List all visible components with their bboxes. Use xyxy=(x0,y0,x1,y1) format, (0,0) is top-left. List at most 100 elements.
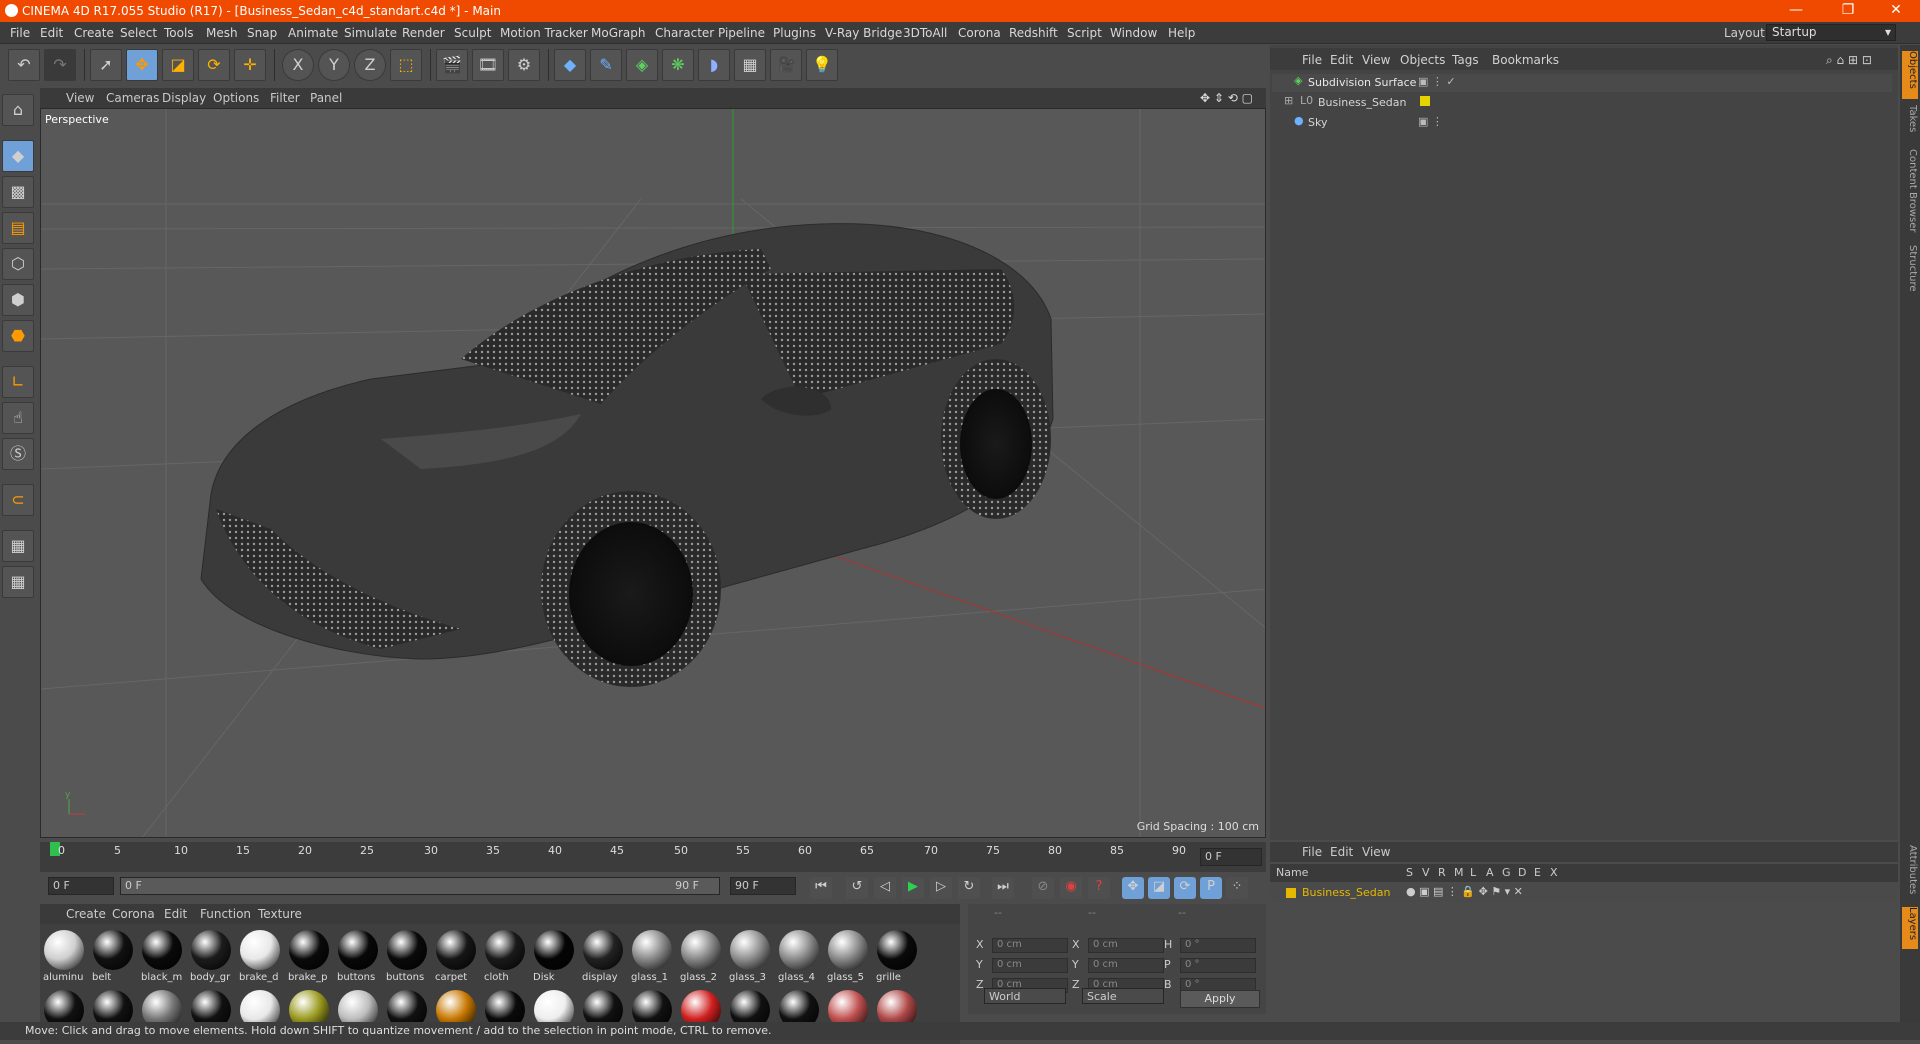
axis-mode-button[interactable]: ∟ xyxy=(2,366,34,398)
material-swatch[interactable]: brake_d xyxy=(238,928,282,984)
tab-takes[interactable]: Takes xyxy=(1902,105,1918,141)
texture-mode-button[interactable]: ▩ xyxy=(2,176,34,208)
objects-menu-tags[interactable]: Tags xyxy=(1452,53,1479,67)
subdivision-surface-button[interactable]: ◈ xyxy=(626,49,658,81)
select-tool-button[interactable]: ➚ xyxy=(90,49,122,81)
menu-edit[interactable]: Edit xyxy=(40,26,63,40)
x-axis-lock-button[interactable]: X xyxy=(282,49,314,81)
material-swatch[interactable]: buttons xyxy=(385,928,429,984)
close-button[interactable]: ✕ xyxy=(1876,2,1916,20)
scale-tool-button[interactable]: ◪ xyxy=(162,49,194,81)
menu-sculpt[interactable]: Sculpt xyxy=(454,26,491,40)
menu-window[interactable]: Window xyxy=(1110,26,1157,40)
rotate-tool-button[interactable]: ⟳ xyxy=(198,49,230,81)
light-button[interactable]: 💡 xyxy=(806,49,838,81)
layers-menu-edit[interactable]: Edit xyxy=(1330,845,1353,859)
objects-menu-view[interactable]: View xyxy=(1362,53,1390,67)
key-position-button[interactable]: ✥ xyxy=(1122,877,1144,899)
key-rotation-button[interactable]: ⟳ xyxy=(1174,877,1196,899)
play-button[interactable]: ▶ xyxy=(902,877,924,899)
menu-file[interactable]: File xyxy=(10,26,30,40)
material-swatch[interactable]: brake_p xyxy=(287,928,331,984)
key-parameter-button[interactable]: P xyxy=(1200,877,1222,899)
material-menu-function[interactable]: Function xyxy=(200,907,251,921)
layer-toggles[interactable]: ● ▣ ▤ ⋮ 🔒 ✥ ⚑ ▾ ✕ xyxy=(1406,885,1523,898)
menu-mograph[interactable]: MoGraph xyxy=(591,26,646,40)
autokey-button[interactable]: ◉ xyxy=(1060,877,1082,899)
coord-value-field[interactable]: 0 cm xyxy=(1088,958,1164,973)
menu-select[interactable]: Select xyxy=(120,26,157,40)
key-pla-button[interactable]: ⁘ xyxy=(1226,877,1248,899)
object-toggles[interactable]: ▣ ⋮ xyxy=(1418,115,1443,128)
go-to-start-button[interactable]: ⏮ xyxy=(810,877,832,899)
layout-select[interactable]: Startup ▾ xyxy=(1766,24,1896,41)
material-menu-create[interactable]: Create xyxy=(66,907,106,921)
z-axis-lock-button[interactable]: Z xyxy=(354,49,386,81)
next-key-button[interactable]: ↻ xyxy=(958,877,980,899)
material-swatch[interactable]: glass_2 xyxy=(679,928,723,984)
menu-help[interactable]: Help xyxy=(1168,26,1195,40)
material-menu-corona[interactable]: Corona xyxy=(112,907,155,921)
menu-animate[interactable]: Animate xyxy=(288,26,338,40)
viewport-menu-options[interactable]: Options xyxy=(213,91,259,105)
workplane-mode-button[interactable]: ▤ xyxy=(2,212,34,244)
objects-menu-objects[interactable]: Objects xyxy=(1400,53,1445,67)
undo-button[interactable]: ↶ xyxy=(8,49,40,81)
solo-mode-button[interactable]: Ⓢ xyxy=(2,438,34,470)
key-scale-button[interactable]: ◪ xyxy=(1148,877,1170,899)
objects-menu-file[interactable]: File xyxy=(1302,53,1322,67)
record-keys-button[interactable]: ⊘ xyxy=(1032,877,1054,899)
minimize-button[interactable]: — xyxy=(1776,2,1816,20)
coord-value-field[interactable]: 0 cm xyxy=(992,938,1068,953)
material-swatch[interactable]: carpet xyxy=(434,928,478,984)
live-selection-button[interactable]: ✛ xyxy=(234,49,266,81)
tweak-mode-button[interactable]: ☝ xyxy=(2,402,34,434)
material-swatch[interactable]: glass_1 xyxy=(630,928,674,984)
workplane-button[interactable]: ▦ xyxy=(2,566,34,598)
material-swatch[interactable]: Disk xyxy=(532,928,576,984)
floor-button[interactable]: ▦ xyxy=(734,49,766,81)
previous-key-button[interactable]: ↺ xyxy=(846,877,868,899)
menu-mesh[interactable]: Mesh xyxy=(206,26,238,40)
material-swatch[interactable]: belt xyxy=(91,928,135,984)
restore-button[interactable]: ❐ xyxy=(1828,2,1868,20)
menu-script[interactable]: Script xyxy=(1067,26,1102,40)
render-settings-button[interactable]: ⚙ xyxy=(508,49,540,81)
material-swatch[interactable]: glass_3 xyxy=(728,928,772,984)
search-icon[interactable]: ⌕ ⌂ ⊞ ⊡ xyxy=(1826,53,1872,68)
objects-menu-bookmarks[interactable]: Bookmarks xyxy=(1492,53,1559,67)
tab-objects[interactable]: Objects xyxy=(1902,51,1918,99)
viewport-menu-cameras[interactable]: Cameras xyxy=(106,91,159,105)
business-sedan-model[interactable] xyxy=(200,223,1054,687)
material-swatch[interactable]: buttons xyxy=(336,928,380,984)
tab-content-browser[interactable]: Content Browser xyxy=(1902,149,1918,239)
material-swatch[interactable]: aluminu xyxy=(42,928,86,984)
redo-button[interactable]: ↷ xyxy=(44,49,76,81)
apply-button[interactable]: Apply xyxy=(1180,990,1260,1008)
keyframe-selection-button[interactable]: ? xyxy=(1088,877,1110,899)
material-swatch[interactable]: body_gr xyxy=(189,928,233,984)
spline-pen-button[interactable]: ✎ xyxy=(590,49,622,81)
material-menu-edit[interactable]: Edit xyxy=(164,907,187,921)
menu-plugins[interactable]: Plugins xyxy=(773,26,816,40)
coord-value-field[interactable]: 0 ° xyxy=(1180,958,1256,973)
viewport-menu-panel[interactable]: Panel xyxy=(310,91,342,105)
perspective-viewport[interactable]: y Perspective Grid Spacing : 100 cm xyxy=(40,108,1266,838)
cube-primitive-button[interactable]: ◆ xyxy=(554,49,586,81)
make-editable-button[interactable]: ⌂ xyxy=(2,94,34,126)
menu-simulate[interactable]: Simulate xyxy=(344,26,397,40)
y-axis-lock-button[interactable]: Y xyxy=(318,49,350,81)
layers-menu-file[interactable]: File xyxy=(1302,845,1322,859)
current-frame-field[interactable]: 0 F xyxy=(1200,848,1262,866)
layer-row-business-sedan[interactable]: Business_Sedan ● ▣ ▤ ⋮ 🔒 ✥ ⚑ ▾ ✕ xyxy=(1270,884,1898,902)
menu-3dtoall[interactable]: 3DToAll xyxy=(903,26,947,40)
menu-redshift[interactable]: Redshift xyxy=(1009,26,1058,40)
object-row-sky[interactable]: ● Sky ▣ ⋮ xyxy=(1272,114,1892,132)
layer-color-swatch[interactable] xyxy=(1286,888,1296,898)
coordinate-mode-select[interactable]: World xyxy=(984,988,1066,1004)
model-mode-button[interactable]: ◆ xyxy=(2,140,34,172)
deformer-button[interactable]: ◗ xyxy=(698,49,730,81)
viewport-menu-display[interactable]: Display xyxy=(162,91,206,105)
menu-vray-bridge[interactable]: V-Ray Bridge xyxy=(825,26,902,40)
viewport-menu-view[interactable]: View xyxy=(66,91,94,105)
